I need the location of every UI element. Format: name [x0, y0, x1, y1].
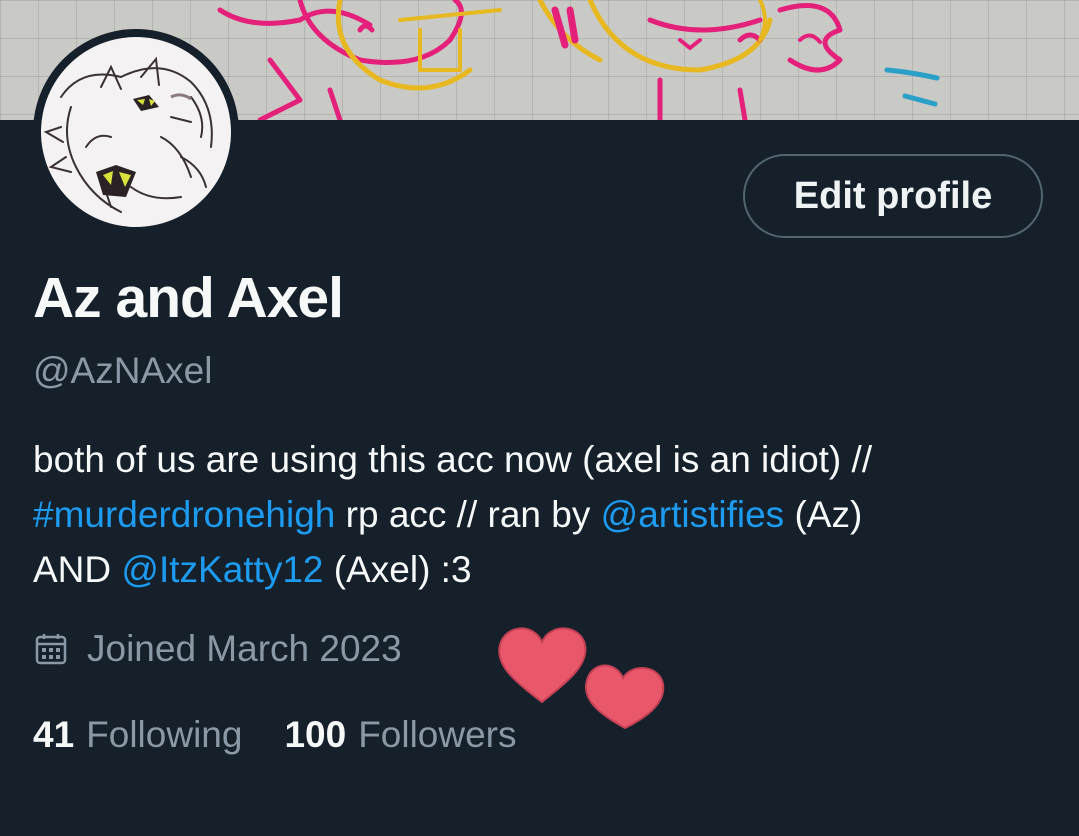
bio-text: both of us are using this acc now (axel …	[33, 439, 873, 480]
mention-link-artistifies[interactable]: @artistifies	[601, 494, 785, 535]
calendar-icon	[35, 634, 67, 665]
followers-count: 100	[284, 714, 347, 755]
display-name: Az and Axel	[33, 266, 344, 330]
bio-text: AND	[33, 549, 122, 590]
edit-profile-button[interactable]: Edit profile	[743, 154, 1043, 238]
joined-date: Joined March 2023	[33, 628, 402, 670]
bio-text: rp acc // ran by	[335, 494, 601, 535]
heart-stickers	[498, 627, 665, 730]
bio-text: (Axel) :3	[323, 549, 472, 590]
user-handle: @AzNAxel	[33, 350, 213, 391]
hashtag-link[interactable]: #murderdronehigh	[33, 494, 335, 535]
following-link[interactable]: 41 Following	[33, 714, 242, 756]
followers-link[interactable]: 100 Followers	[284, 714, 516, 756]
profile-avatar[interactable]	[33, 29, 239, 235]
mention-link-itzkatty12[interactable]: @ItzKatty12	[121, 549, 323, 590]
followers-label: Followers	[358, 714, 517, 755]
following-label: Following	[86, 714, 243, 755]
joined-text: Joined March 2023	[87, 628, 402, 669]
follow-stats: 41 Following 100 Followers	[33, 714, 517, 756]
following-count: 41	[33, 714, 75, 755]
bio-text: (Az)	[784, 494, 863, 535]
heart-icon	[498, 627, 587, 704]
profile-bio: both of us are using this acc now (axel …	[33, 432, 1053, 597]
heart-icon	[584, 664, 665, 730]
avatar-image	[41, 37, 231, 227]
